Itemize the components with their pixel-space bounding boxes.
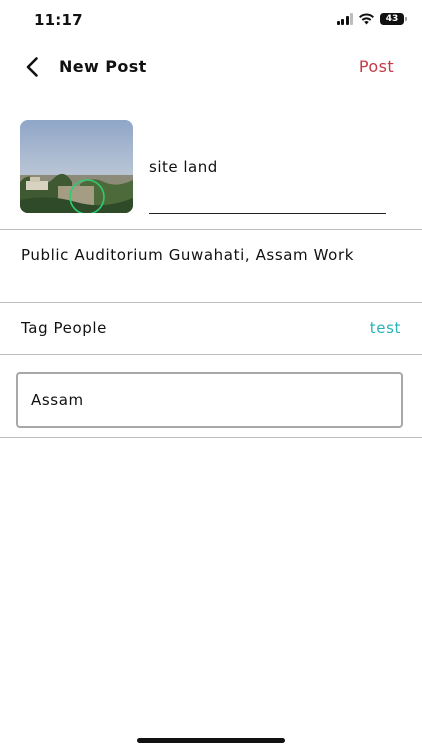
- caption-text: site land: [149, 158, 218, 176]
- wifi-icon: [359, 13, 374, 25]
- location-text: Public Auditorium Guwahati, Assam Work: [21, 246, 355, 264]
- region-input-value: Assam: [31, 391, 84, 409]
- status-time: 11:17: [34, 11, 83, 29]
- status-icons: 43: [336, 13, 407, 25]
- post-button[interactable]: Post: [359, 57, 394, 76]
- divider: [0, 354, 422, 355]
- tag-people-value[interactable]: test: [370, 319, 401, 337]
- signal-icon: [336, 13, 353, 25]
- tag-people-row[interactable]: Tag People test: [0, 304, 422, 354]
- photo-image: [20, 120, 133, 213]
- photo-thumbnail[interactable]: [20, 120, 133, 213]
- status-bar: 11:17 43: [0, 0, 422, 44]
- divider: [0, 437, 422, 438]
- home-indicator: [137, 738, 285, 743]
- page-title: New Post: [59, 57, 147, 76]
- back-button[interactable]: [20, 54, 46, 80]
- region-input[interactable]: Assam: [16, 372, 403, 428]
- location-row[interactable]: Public Auditorium Guwahati, Assam Work: [0, 230, 422, 302]
- tag-people-label: Tag People: [21, 319, 107, 337]
- chevron-left-icon: [26, 57, 38, 77]
- divider: [0, 302, 422, 303]
- caption-input[interactable]: site land: [149, 152, 386, 214]
- nav-bar: New Post Post: [0, 44, 422, 90]
- battery-icon: 43: [380, 13, 407, 25]
